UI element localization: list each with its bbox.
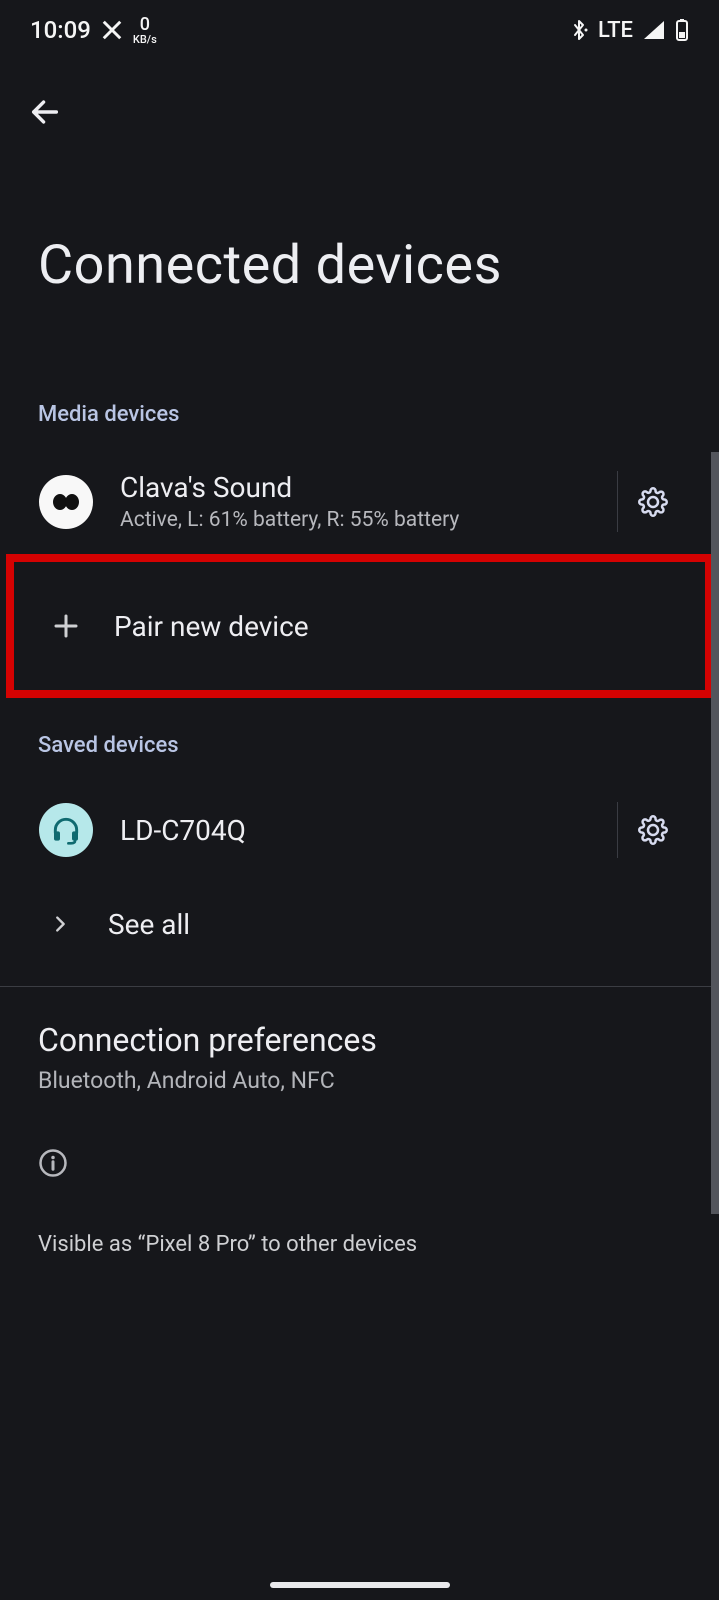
media-device-status: Active, L: 61% battery, R: 55% battery (120, 508, 591, 532)
gear-icon (638, 487, 668, 517)
media-device-row[interactable]: Clava's Sound Active, L: 61% battery, R:… (0, 449, 719, 554)
media-device-settings-button[interactable] (617, 471, 687, 532)
data-rate-value: 0 (140, 16, 150, 34)
visibility-text: Visible as “Pixel 8 Pro” to other device… (0, 1178, 719, 1257)
media-device-name: Clava's Sound (120, 471, 591, 504)
back-button[interactable] (28, 95, 691, 129)
info-row (0, 1094, 719, 1178)
pair-new-device-highlight: Pair new device (6, 554, 713, 698)
connection-preferences-subtitle: Bluetooth, Android Auto, NFC (38, 1067, 681, 1094)
connection-preferences-title: Connection preferences (38, 1021, 681, 1059)
chevron-right-icon (38, 902, 82, 946)
saved-device-row[interactable]: LD-C704Q (0, 780, 719, 880)
see-all-label: See all (108, 908, 687, 941)
pair-new-device-label: Pair new device (114, 610, 679, 643)
data-rate-indicator: 0 KB/s (133, 16, 157, 45)
see-all-row[interactable]: See all (0, 880, 719, 968)
app-indicator-icon (101, 19, 123, 41)
status-bar: 10:09 0 KB/s LTE (0, 0, 719, 60)
status-bar-left: 10:09 0 KB/s (30, 16, 157, 45)
network-type-label: LTE (598, 18, 633, 43)
gesture-bar (270, 1582, 450, 1588)
bluetooth-icon (570, 18, 588, 42)
section-media-devices-label: Media devices (0, 297, 719, 449)
statusbar-time: 10:09 (30, 16, 91, 44)
gear-icon (638, 815, 668, 845)
info-icon (38, 1148, 681, 1178)
data-rate-unit: KB/s (133, 34, 157, 45)
earbuds-icon (39, 475, 93, 529)
saved-device-name: LD-C704Q (120, 814, 591, 847)
scrollbar[interactable] (711, 452, 719, 1214)
connection-preferences-row[interactable]: Connection preferences Bluetooth, Androi… (0, 987, 719, 1094)
signal-icon (643, 20, 665, 40)
pair-new-device-row[interactable]: Pair new device (14, 562, 705, 690)
battery-icon (675, 18, 689, 42)
plus-icon (44, 604, 88, 648)
page-title: Connected devices (0, 129, 719, 297)
status-bar-right: LTE (570, 18, 689, 43)
saved-device-settings-button[interactable] (617, 802, 687, 858)
section-saved-devices-label: Saved devices (0, 698, 719, 780)
headphones-icon (39, 803, 93, 857)
